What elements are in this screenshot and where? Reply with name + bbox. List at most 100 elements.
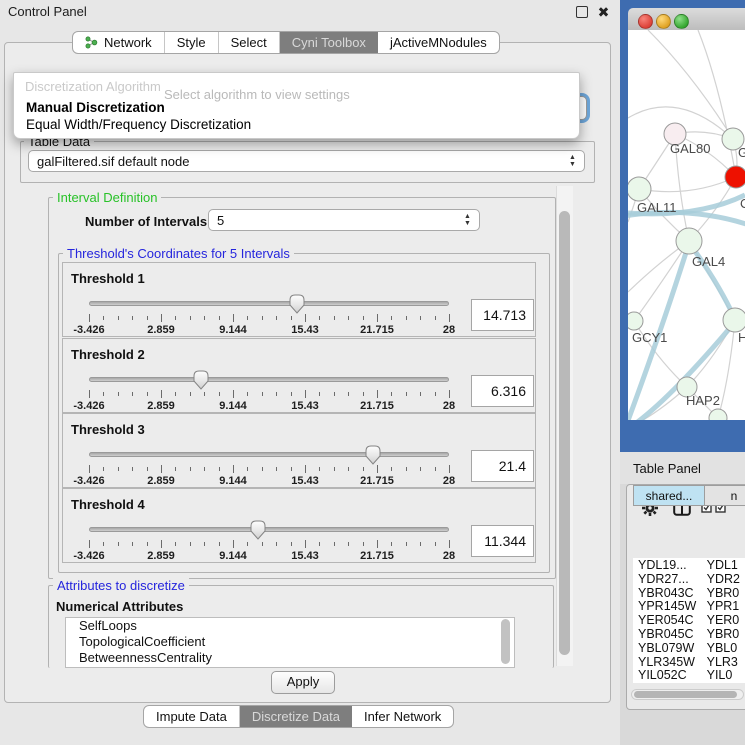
table-hscrollbar-track[interactable] xyxy=(631,689,744,700)
slider-track[interactable] xyxy=(89,377,449,382)
numerical-attributes-list[interactable]: SelfLoopsTopologicalCoefficientBetweenne… xyxy=(65,617,515,668)
threshold-slider[interactable]: -3.4262.8599.14415.4321.71528 xyxy=(89,369,449,413)
tab-select[interactable]: Select xyxy=(219,32,280,53)
table-row[interactable]: YIL052CYIL0 xyxy=(633,668,745,682)
slider-track[interactable] xyxy=(89,452,449,457)
tab-network[interactable]: Network xyxy=(73,32,165,53)
table-data-combobox[interactable]: galFiltered.sif default node ▲▼ xyxy=(28,150,585,172)
apply-button[interactable]: Apply xyxy=(271,671,335,694)
cell-name[interactable]: YDL1 xyxy=(705,558,745,572)
tab-jactivemnodules[interactable]: jActiveMNodules xyxy=(378,32,499,53)
attribute-list-item[interactable]: SelfLoops xyxy=(66,618,514,634)
network-edge[interactable] xyxy=(634,241,689,321)
zoom-traffic-light-icon[interactable] xyxy=(674,14,689,29)
table-hscrollbar-thumb[interactable] xyxy=(634,691,737,698)
close-icon[interactable]: ✖ xyxy=(597,6,610,19)
cell-name[interactable]: YER0 xyxy=(705,613,745,627)
cell-shared-name[interactable]: YPR145W xyxy=(633,599,705,613)
slider-thumb[interactable] xyxy=(365,445,381,465)
column-header-shared-name[interactable]: shared... xyxy=(633,485,705,506)
slider-thumb[interactable] xyxy=(250,520,266,540)
threshold-value-field[interactable]: 14.713 xyxy=(471,299,534,331)
tab-infer-network[interactable]: Infer Network xyxy=(352,706,453,727)
network-node[interactable] xyxy=(628,177,651,201)
cell-name[interactable]: YBR0 xyxy=(705,627,745,641)
threshold-label: Threshold 1 xyxy=(71,271,145,286)
tick-label: 2.859 xyxy=(147,475,175,487)
cell-shared-name[interactable]: YLR345W xyxy=(633,655,705,669)
tick-label: 2.859 xyxy=(147,324,175,336)
slider-track[interactable] xyxy=(89,301,449,306)
screenshot-root: Control Panel ✖ NetworkStyleSelectCyni T… xyxy=(0,0,745,745)
tab-discretize-data[interactable]: Discretize Data xyxy=(240,706,352,727)
combo-arrows-icon: ▲▼ xyxy=(568,154,577,168)
cell-name[interactable]: YPR1 xyxy=(705,599,745,613)
slider-thumb[interactable] xyxy=(193,370,209,390)
cell-shared-name[interactable]: YDL19... xyxy=(633,558,705,572)
network-view-canvas[interactable]: GAL80GACGAL11GAL4GCY1HHAP2 xyxy=(628,30,745,420)
tab-label: Infer Network xyxy=(364,709,441,724)
table-row[interactable]: YLR345WYLR3 xyxy=(633,655,745,669)
threshold-value-field[interactable]: 11.344 xyxy=(471,525,534,557)
cell-shared-name[interactable]: YIL052C xyxy=(633,668,705,682)
threshold-panel: Threshold 4-3.4262.8599.14415.4321.71528… xyxy=(62,488,536,563)
table-row[interactable]: YBR045CYBR0 xyxy=(633,627,745,641)
tab-impute-data[interactable]: Impute Data xyxy=(144,706,240,727)
cell-shared-name[interactable]: YBL079W xyxy=(633,641,705,655)
tab-label: Style xyxy=(177,35,206,50)
popup-option-equal-width-frequency[interactable]: Equal Width/Frequency Discretization xyxy=(16,117,586,132)
tick-label: 15.43 xyxy=(291,550,319,562)
float-window-icon[interactable] xyxy=(576,6,588,18)
cell-shared-name[interactable]: YBR043C xyxy=(633,586,705,600)
cell-shared-name[interactable]: YDR27... xyxy=(633,572,705,586)
column-header-name[interactable]: n xyxy=(704,485,745,506)
network-edge[interactable] xyxy=(648,30,733,139)
cell-name[interactable]: YDR2 xyxy=(705,572,745,586)
popup-option-manual-discretization[interactable]: Manual Discretization xyxy=(16,100,586,115)
network-node[interactable] xyxy=(725,166,745,188)
panel-scrollbar-thumb[interactable] xyxy=(559,211,570,655)
slider-thumb[interactable] xyxy=(289,294,305,314)
threshold-slider[interactable]: -3.4262.8599.14415.4321.71528 xyxy=(89,519,449,563)
number-of-intervals-combobox[interactable]: 5 ▲▼ xyxy=(208,209,480,231)
network-window-titlebar[interactable] xyxy=(628,8,745,31)
threshold-value-field[interactable]: 21.4 xyxy=(471,450,534,482)
close-traffic-light-icon[interactable] xyxy=(638,14,653,29)
network-node[interactable] xyxy=(723,308,745,332)
table-row[interactable]: YDL19...YDL1 xyxy=(633,558,745,572)
number-of-intervals-value: 5 xyxy=(217,213,224,228)
table-row[interactable]: YER054CYER0 xyxy=(633,613,745,627)
number-of-intervals-label: Number of Intervals xyxy=(85,214,207,229)
network-node[interactable] xyxy=(709,409,727,420)
tab-cyni-toolbox[interactable]: Cyni Toolbox xyxy=(280,32,378,53)
table-row[interactable]: YBL079WYBL0 xyxy=(633,641,745,655)
cell-shared-name[interactable]: YBR045C xyxy=(633,627,705,641)
network-node[interactable] xyxy=(676,228,702,254)
tick-label: 2.859 xyxy=(147,400,175,412)
cell-name[interactable]: YBL0 xyxy=(705,641,745,655)
threshold-slider[interactable]: -3.4262.8599.14415.4321.71528 xyxy=(89,293,449,337)
attribute-list-item[interactable]: BetweennessCentrality xyxy=(66,650,514,666)
attribute-list-item[interactable]: TopologicalCoefficient xyxy=(66,634,514,650)
cell-shared-name[interactable]: YER054C xyxy=(633,613,705,627)
tick-label: 2.859 xyxy=(147,550,175,562)
cell-name[interactable]: YBR0 xyxy=(705,586,745,600)
attributes-list-scrollbar[interactable] xyxy=(501,619,510,664)
cell-name[interactable]: YIL0 xyxy=(705,668,745,682)
thresholds-group-title: Threshold's Coordinates for 5 Intervals xyxy=(63,246,294,261)
slider-ticks xyxy=(89,540,449,549)
network-node[interactable] xyxy=(628,312,643,330)
table-row[interactable]: YPR145WYPR1 xyxy=(633,599,745,613)
tick-label: 28 xyxy=(443,475,455,487)
minimize-traffic-light-icon[interactable] xyxy=(656,14,671,29)
threshold-value-field[interactable]: 6.316 xyxy=(471,375,534,407)
table-row[interactable]: YBR043CYBR0 xyxy=(633,586,745,600)
threshold-slider[interactable]: -3.4262.8599.14415.4321.71528 xyxy=(89,444,449,488)
tab-style[interactable]: Style xyxy=(165,32,219,53)
slider-track[interactable] xyxy=(89,527,449,532)
node-attribute-table[interactable]: YDL19...YDL1YDR27...YDR2YBR043CYBR0YPR14… xyxy=(633,558,745,683)
node-label: GAL80 xyxy=(670,141,710,156)
network-edge[interactable] xyxy=(639,177,736,192)
cell-name[interactable]: YLR3 xyxy=(705,655,745,669)
table-row[interactable]: YDR27...YDR2 xyxy=(633,572,745,586)
